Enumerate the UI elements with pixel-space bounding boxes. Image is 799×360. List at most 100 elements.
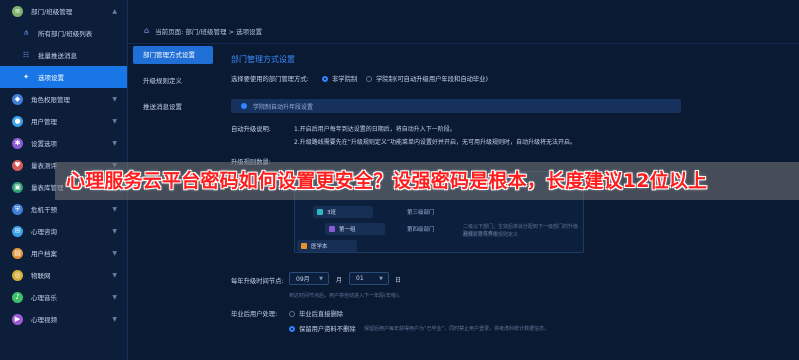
chevron-down-icon: ▼ (319, 275, 323, 282)
radio-selected-icon[interactable] (322, 76, 328, 82)
overlay-caption: 心理服务云平台密码如何设置更安全？设强密码是根本，长度建议12位以上 (66, 170, 708, 192)
breadcrumb-text: 当前页面: 部门/班级管理 > 选项设置 (155, 27, 263, 36)
auto-upgrade-desc-1: 1.开启后用户每年到达设置的日期后，将自动升入下一阶段。 (294, 126, 456, 133)
settings-panel: 部门管理方式设置 选择要使用的部门管理方式: 非学院制 学院制(可自动升级用户年… (219, 46, 799, 360)
subnav-item[interactable]: 部门管理方式设置 (133, 46, 213, 64)
sidebar-item-label: 角色权限管理 (31, 96, 70, 104)
mode-option-college[interactable]: 学院制(可自动升级用户年段和自动毕业) (366, 74, 488, 83)
chevron-down-icon[interactable]: ▼ (112, 250, 117, 257)
tree-node[interactable]: 医学本 (297, 240, 357, 252)
subnav-item[interactable]: 推送消息设置 (133, 98, 213, 116)
sidebar-item[interactable]: ● 用户管理 ▼ (0, 110, 127, 132)
role-icon: ◆ (12, 93, 23, 105)
mode-option-non-college[interactable]: 非学院制 (322, 74, 357, 83)
sidebar-item[interactable]: ▶ 心理视频 ▼ (0, 308, 127, 330)
sidebar-item[interactable]: ◎ 物联网 ▼ (0, 264, 127, 286)
day-unit: 日 (395, 277, 402, 284)
video-icon: ▶ (12, 313, 23, 325)
chevron-down-icon[interactable]: ▼ (112, 316, 117, 323)
stage-label: 第四级部门 (407, 227, 435, 233)
chevron-up-icon[interactable]: ▲ (112, 8, 117, 15)
node-icon (317, 209, 323, 215)
sidebar-item[interactable]: ⋔ 所有部门/班级列表 (0, 22, 127, 44)
node-label: 第一组 (339, 227, 356, 233)
user-icon: ● (12, 115, 23, 127)
sidebar-item-label: 量表测评 (31, 162, 57, 170)
sidebar-item-label: 所有部门/班级列表 (38, 30, 93, 38)
sidebar-item-label: 设置选项 (31, 140, 57, 148)
sidebar-item[interactable]: ♪ 心理音乐 ▼ (0, 286, 127, 308)
month-select[interactable]: 09月 ▼ (289, 272, 329, 285)
node-label: 医学本 (311, 244, 328, 250)
month-value: 09月 (296, 276, 310, 283)
sidebar-item-label: 选项设置 (38, 74, 64, 82)
chevron-down-icon[interactable]: ▼ (112, 272, 117, 279)
tag-label: 学院制自动升年段设置 (253, 103, 314, 111)
users-icon: ☷ (22, 51, 30, 59)
sidebar-item-label: 批量推送消息 (38, 52, 77, 60)
grad-option-delete[interactable]: 毕业后直接删除 (289, 309, 343, 318)
breadcrumb: ⌂ 当前页面: 部门/班级管理 > 选项设置 (128, 18, 799, 44)
node-icon (329, 226, 335, 232)
chevron-down-icon[interactable]: ▼ (112, 96, 117, 103)
subnav-item[interactable]: 升级规则定义 (133, 72, 213, 90)
day-select[interactable]: 01 ▼ (349, 272, 389, 285)
grad-option-label: 保留用户资料不删除 (299, 326, 356, 333)
grad-option-label: 毕业后直接删除 (299, 311, 344, 318)
sidebar-item-label: 心理音乐 (31, 294, 57, 302)
sidebar-item-label: 心理视频 (31, 316, 57, 324)
upgrade-time-label: 每年升级时间节点: (231, 278, 284, 285)
tree-icon: ⋔ (23, 29, 29, 37)
sidebar-item[interactable]: ◆ 角色权限管理 ▼ (0, 88, 127, 110)
sidebar-item[interactable]: ✦ 选项设置 (0, 66, 127, 88)
sidebar-item-label: 用户档案 (31, 250, 57, 258)
archive-icon: ▤ (12, 247, 23, 259)
tree-node[interactable]: 第一组 (325, 223, 385, 235)
sidebar-item-label: 用户管理 (31, 118, 57, 126)
chevron-down-icon[interactable]: ▼ (112, 294, 117, 301)
tree-node[interactable]: 3班 (313, 206, 373, 218)
time-hint: 到达时间节点后，用户将自动进入下一年段(年级)。 (289, 293, 403, 299)
heart-icon: ♥ (12, 159, 23, 171)
sidebar-item[interactable]: ▤ 用户档案 ▼ (0, 242, 127, 264)
chevron-down-icon[interactable]: ▼ (112, 206, 117, 213)
chevron-down-icon[interactable]: ▼ (112, 140, 117, 147)
library-icon: ▣ (12, 181, 23, 193)
tag-dot-icon (241, 103, 247, 109)
grad-option-keep[interactable]: 保留用户资料不删除 (289, 324, 356, 333)
settings-icon: ✦ (23, 73, 29, 81)
shield-icon: ⛨ (12, 203, 23, 215)
iot-icon: ◎ (12, 269, 23, 281)
sidebar-item-label: 危机干预 (31, 206, 57, 214)
graduation-label: 毕业后用户处理: (231, 311, 278, 318)
home-icon[interactable]: ⌂ (144, 26, 149, 35)
auto-upgrade-desc-2: 2.升级路线需要先在“升级规则定义”功能菜单内设置好并开启，无可用升级规则时，自… (294, 139, 576, 146)
sidebar-item[interactable]: ⛨ 危机干预 ▼ (0, 198, 127, 220)
graduation-hint: 保留后用户每年获得用户为“已毕业”，同时禁止用户登录，将考虑科统计数据信息。 (364, 326, 550, 332)
chevron-down-icon[interactable]: ▼ (112, 228, 117, 235)
gear-icon: ✱ (12, 137, 23, 149)
sidebar-item-label: 部门/班级管理 (31, 8, 73, 16)
auto-upgrade-label: 自动升级说明: (231, 126, 271, 133)
sidebar-item[interactable]: ✉ 心理咨询 ▼ (0, 220, 127, 242)
sidebar-item[interactable]: ☷ 批量推送消息 (0, 44, 127, 66)
mode-label: 选择要使用的部门管理方式: (231, 76, 309, 83)
chevron-down-icon[interactable]: ▼ (112, 118, 117, 125)
stage-label: 第三级部门 (407, 210, 435, 216)
layers-icon: ≡ (12, 5, 23, 17)
day-value: 01 (356, 275, 364, 282)
college-auto-upgrade-tag: 学院制自动升年段设置 (231, 99, 681, 113)
sidebar-item[interactable]: ✱ 设置选项 ▼ (0, 132, 127, 154)
section-title: 部门管理方式设置 (231, 55, 295, 64)
sidebar-item-label: 物联网 (31, 272, 51, 280)
node-icon (301, 243, 307, 249)
chevron-down-icon: ▼ (379, 275, 383, 282)
sidebar-item[interactable]: ≡ 部门/班级管理 ▲ (0, 0, 127, 22)
music-icon: ♪ (12, 291, 23, 303)
chat-icon: ✉ (12, 225, 23, 237)
sidebar-item-label: 心理咨询 (31, 228, 57, 236)
radio-icon[interactable] (289, 311, 295, 317)
mode-option-label: 非学院制 (332, 76, 358, 83)
radio-icon[interactable] (366, 76, 372, 82)
radio-selected-icon[interactable] (289, 326, 295, 332)
